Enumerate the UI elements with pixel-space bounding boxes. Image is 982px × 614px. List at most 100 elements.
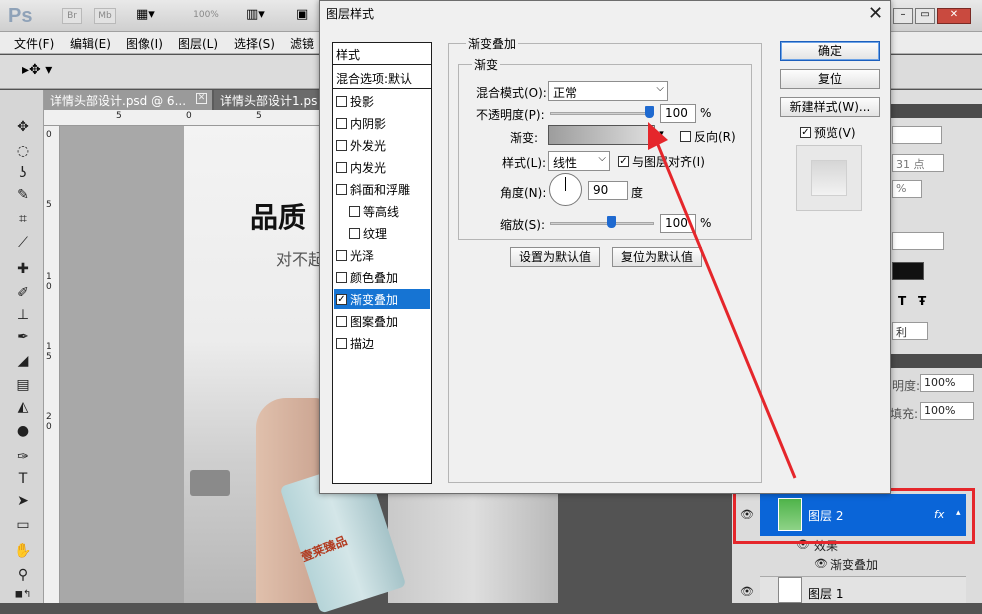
window-close-icon[interactable]: ✕: [937, 8, 971, 24]
menu-select[interactable]: 选择(S): [234, 35, 275, 52]
antialias-select[interactable]: 利: [892, 322, 928, 340]
eye-icon[interactable]: 👁: [814, 557, 828, 570]
crop-tool-icon[interactable]: ⌗: [13, 210, 33, 228]
arrange-icon[interactable]: ▥▾: [246, 7, 265, 22]
tab-doc-1[interactable]: 详情头部设计.psd @ 6...: [44, 90, 212, 110]
lasso-tool-icon[interactable]: ʖ: [13, 164, 33, 182]
screen-mode-icon[interactable]: ▣: [296, 7, 308, 22]
style-item-label: 渐变叠加: [350, 292, 399, 307]
checkbox-icon: [336, 139, 347, 151]
style-item[interactable]: 颜色叠加: [336, 267, 398, 287]
layer-fill-label: 填充:: [890, 407, 919, 421]
menu-edit[interactable]: 编辑(E): [70, 35, 111, 52]
brush-tool-icon[interactable]: ✐: [13, 284, 33, 302]
eye-icon[interactable]: 👁: [740, 585, 754, 598]
restore-icon[interactable]: ▭: [915, 8, 935, 24]
reverse-label: 反向(R): [694, 130, 736, 144]
checkbox-icon: [336, 95, 347, 107]
style-item[interactable]: 图案叠加: [336, 311, 398, 331]
menu-image[interactable]: 图像(I): [126, 35, 163, 52]
style-item-label: 等高线: [363, 204, 400, 219]
highlight-box: [733, 488, 975, 544]
opacity-slider-thumb[interactable]: [645, 106, 654, 118]
gradient-style-select[interactable]: 线性 ⌵: [548, 151, 610, 171]
style-item[interactable]: 外发光: [336, 135, 386, 155]
ok-button[interactable]: 确定: [780, 41, 880, 61]
minimize-icon[interactable]: –: [893, 8, 913, 24]
opacity-slider[interactable]: [550, 112, 654, 115]
bridge-chip[interactable]: Br: [62, 8, 82, 24]
layer-opacity-field[interactable]: 100%: [920, 374, 974, 392]
preview-checkbox[interactable]: ✓ 预览(V): [800, 124, 856, 141]
tracking-field[interactable]: %: [892, 180, 922, 198]
tab-doc-2[interactable]: 详情头部设计1.ps: [214, 90, 324, 110]
move-tool-preset-icon[interactable]: ▸✥ ▾: [22, 62, 52, 78]
type-tool-icon[interactable]: T: [13, 470, 33, 488]
align-with-layer-checkbox[interactable]: ✓ 与图层对齐(I): [618, 153, 705, 170]
shape-tool-icon[interactable]: ▭: [13, 516, 33, 534]
blur-tool-icon[interactable]: ◭: [13, 398, 33, 416]
blend-options-item[interactable]: 混合选项:默认: [333, 67, 431, 89]
effect-gradient-overlay[interactable]: 渐变叠加: [830, 556, 878, 573]
styles-header[interactable]: 样式: [333, 43, 431, 65]
eyedropper-icon[interactable]: ⟋: [13, 234, 33, 252]
strikethrough-style[interactable]: Ŧ: [918, 294, 926, 308]
angle-input[interactable]: 90: [588, 181, 628, 200]
history-brush-icon[interactable]: ✒: [13, 328, 33, 346]
dialog-close-icon[interactable]: ✕: [868, 3, 883, 24]
scale-input[interactable]: 100: [660, 214, 696, 233]
layer-fill-field[interactable]: 100%: [920, 402, 974, 420]
checkbox-icon: [349, 205, 360, 217]
view-icon[interactable]: ▦▾: [136, 7, 155, 22]
style-item[interactable]: 斜面和浮雕: [336, 179, 410, 199]
percent-label: %: [700, 106, 712, 120]
gradient-tool-icon[interactable]: ▤: [13, 376, 33, 394]
font-family-select[interactable]: [892, 126, 942, 144]
marquee-tool-icon[interactable]: ◌: [13, 142, 33, 160]
menu-layer[interactable]: 图层(L): [178, 35, 218, 52]
canvas-photo-object: [190, 470, 230, 496]
color-swatches-icon[interactable]: ◼↰: [13, 586, 33, 604]
tab-close-icon[interactable]: ✕: [196, 93, 207, 104]
quick-select-icon[interactable]: ✎: [13, 186, 33, 204]
move-tool-icon[interactable]: ✥: [13, 118, 33, 136]
eraser-tool-icon[interactable]: ◢: [13, 352, 33, 370]
gradient-dropdown-icon[interactable]: ▾: [654, 125, 668, 145]
style-item[interactable]: 等高线: [349, 201, 399, 221]
reset-default-button[interactable]: 复位为默认值: [612, 247, 702, 267]
style-item[interactable]: 描边: [336, 333, 374, 353]
new-style-button[interactable]: 新建样式(W)...: [780, 97, 880, 117]
mini-bridge-chip[interactable]: Mb: [94, 8, 116, 24]
stamp-tool-icon[interactable]: ⊥: [13, 306, 33, 324]
style-item[interactable]: 纹理: [349, 223, 387, 243]
healing-brush-icon[interactable]: ✚: [13, 260, 33, 278]
menu-file[interactable]: 文件(F): [14, 35, 54, 52]
ruler-tick: 5: [256, 111, 262, 121]
hand-tool-icon[interactable]: ✋: [13, 542, 33, 560]
menu-filter[interactable]: 滤镜: [290, 35, 314, 52]
style-item[interactable]: 光泽: [336, 245, 374, 265]
reverse-checkbox[interactable]: 反向(R): [680, 128, 736, 145]
faux-text-style[interactable]: T: [898, 294, 906, 308]
opacity-input[interactable]: 100: [660, 104, 696, 123]
style-item[interactable]: 内发光: [336, 157, 386, 177]
reset-button[interactable]: 复位: [780, 69, 880, 89]
gradient-label: 渐变:: [510, 131, 539, 145]
pen-tool-icon[interactable]: ✑: [13, 448, 33, 466]
checkbox-icon: [336, 271, 347, 283]
style-item[interactable]: ✓ 渐变叠加: [334, 289, 430, 309]
dodge-tool-icon[interactable]: ●: [13, 422, 33, 440]
blend-mode-select[interactable]: 正常 ⌵: [548, 81, 668, 101]
baseline-select[interactable]: [892, 232, 944, 250]
set-default-button[interactable]: 设置为默认值: [510, 247, 600, 267]
style-item[interactable]: 投影: [336, 91, 374, 111]
zoom-chip[interactable]: 100%: [184, 8, 228, 24]
text-color-swatch[interactable]: [892, 262, 924, 280]
style-item[interactable]: 内阴影: [336, 113, 386, 133]
font-size-select[interactable]: 31 点: [892, 154, 944, 172]
scale-slider-thumb[interactable]: [607, 216, 616, 228]
zoom-tool-icon[interactable]: ⚲: [13, 566, 33, 584]
path-select-icon[interactable]: ➤: [13, 492, 33, 510]
scale-slider[interactable]: [550, 222, 654, 225]
gradient-swatch[interactable]: [548, 125, 668, 145]
